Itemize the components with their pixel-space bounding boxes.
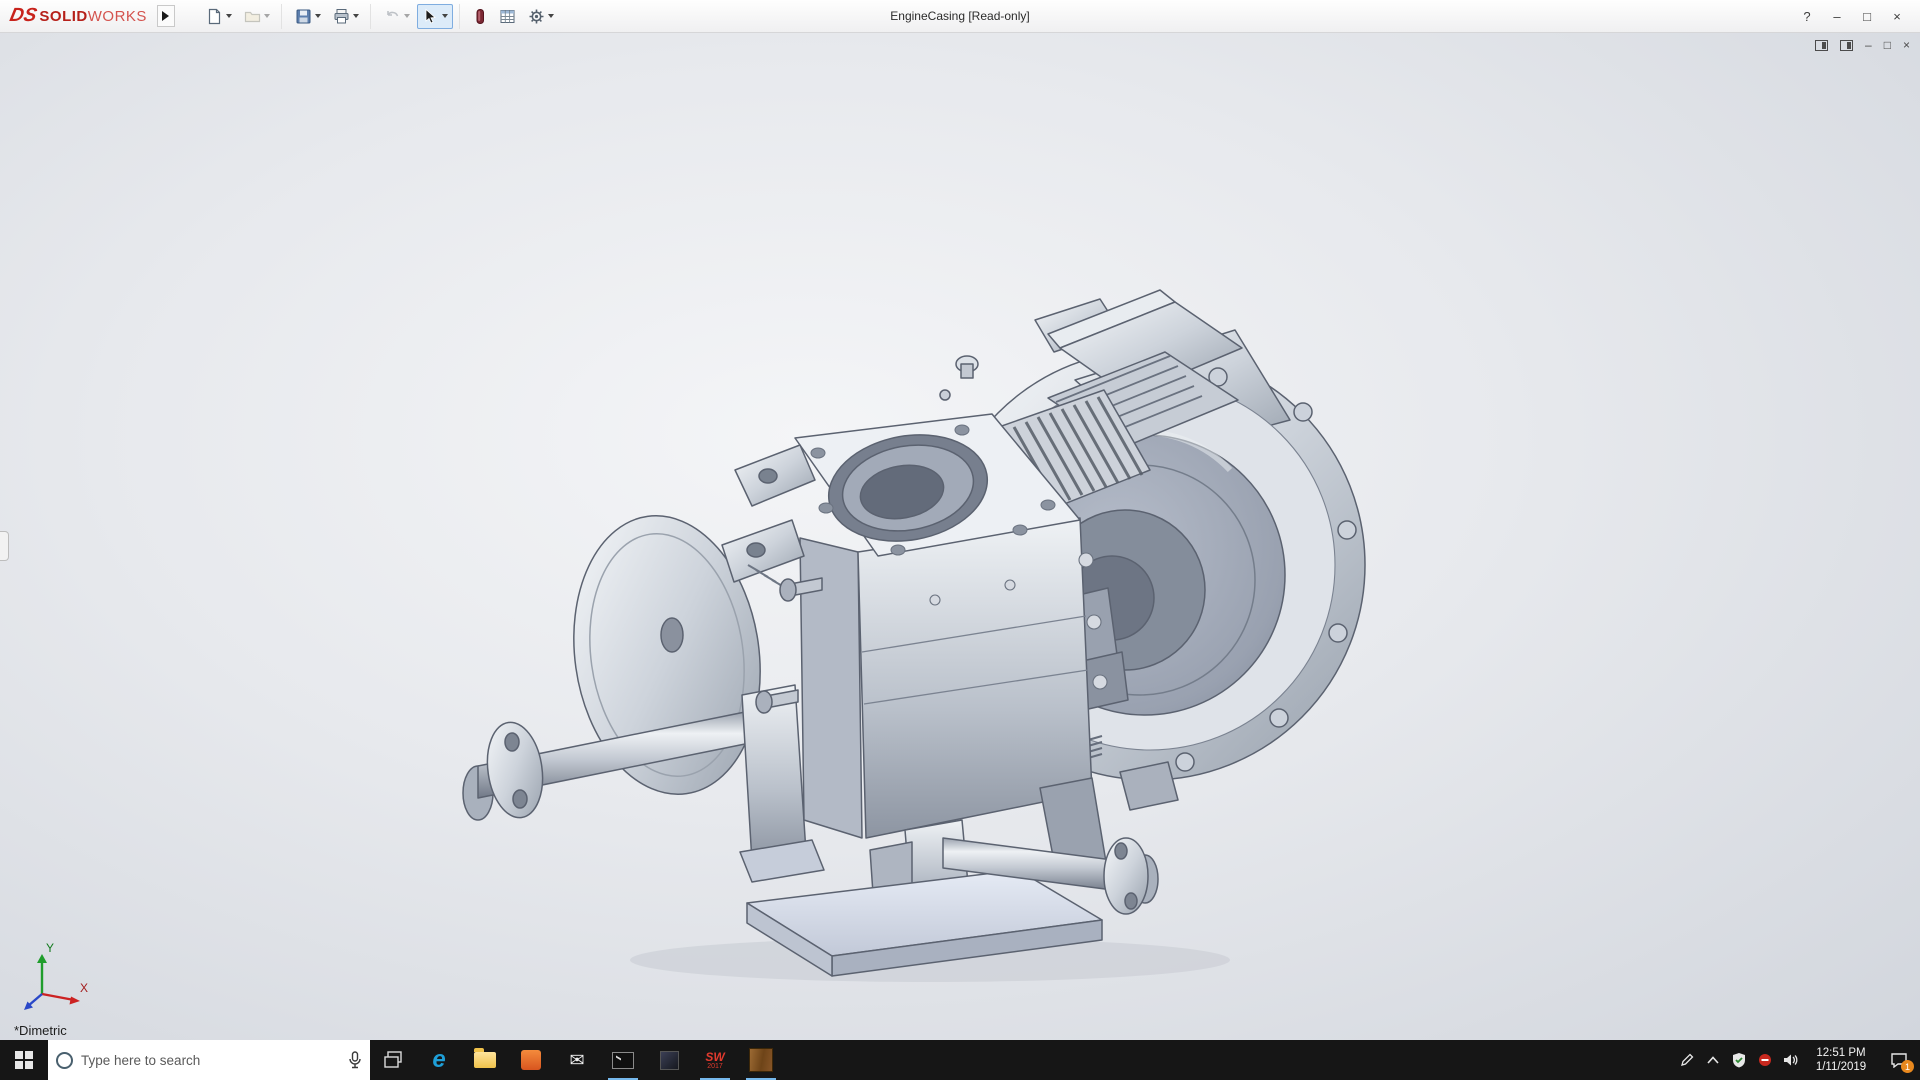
- clock-date: 1/11/2019: [1806, 1060, 1876, 1074]
- dropdown-caret-icon[interactable]: [353, 14, 359, 18]
- restore-button[interactable]: □: [1852, 0, 1882, 33]
- help-button[interactable]: ?: [1792, 0, 1822, 33]
- system-tray: 12:51 PM 1/11/2019 1: [1674, 1040, 1920, 1080]
- sw-icon-year: 2017: [707, 1063, 723, 1070]
- select-tool-button[interactable]: [417, 4, 453, 29]
- print-button[interactable]: [328, 4, 364, 29]
- pane-split-icon[interactable]: [1815, 40, 1828, 51]
- search-input[interactable]: [81, 1053, 340, 1068]
- command-prompt-icon: [612, 1052, 634, 1069]
- tray-pen-icon[interactable]: [1674, 1040, 1700, 1080]
- doc-close-button[interactable]: ×: [1903, 39, 1910, 51]
- windows-logo-icon: [15, 1051, 33, 1069]
- save-button[interactable]: [290, 4, 326, 29]
- wood-app-icon: [749, 1048, 773, 1072]
- tray-chevron-up-icon[interactable]: [1700, 1040, 1726, 1080]
- view-orientation-label: *Dimetric: [14, 1023, 67, 1038]
- task-view-button[interactable]: [370, 1040, 416, 1080]
- solidworks-window: DS SOLIDWORKS: [0, 0, 1920, 1080]
- sw-icon-text: SW: [705, 1051, 724, 1063]
- action-center-button[interactable]: 1: [1878, 1040, 1920, 1080]
- open-folder-icon: [244, 8, 261, 25]
- tray-speaker-icon[interactable]: [1778, 1040, 1804, 1080]
- taskbar-search[interactable]: [48, 1040, 370, 1080]
- table-grid-icon: [499, 8, 516, 25]
- toolbar-expand-button[interactable]: [157, 5, 175, 27]
- taskbar-app-mail[interactable]: ✉: [554, 1040, 600, 1080]
- triad-y-label: Y: [46, 941, 54, 955]
- document-title: EngineCasing [Read-only]: [890, 9, 1029, 23]
- new-document-button[interactable]: [201, 4, 237, 29]
- doc-restore-button[interactable]: □: [1884, 39, 1891, 51]
- cortana-icon: [56, 1052, 73, 1069]
- dropdown-caret-icon[interactable]: [226, 14, 232, 18]
- new-document-icon: [206, 8, 223, 25]
- dropdown-caret-icon[interactable]: [548, 14, 554, 18]
- title-bar: DS SOLIDWORKS: [0, 0, 1920, 33]
- undo-button[interactable]: [379, 4, 415, 29]
- reference-triad: Y X: [16, 940, 94, 1018]
- microphone-icon[interactable]: [348, 1051, 362, 1069]
- engine-casing-model[interactable]: [0, 33, 1920, 1040]
- dropdown-caret-icon[interactable]: [315, 14, 321, 18]
- quick-access-toolbar: [201, 4, 569, 29]
- window-controls: ? – □ ×: [1792, 0, 1912, 33]
- tray-status-red-icon[interactable]: [1752, 1040, 1778, 1080]
- appearance-capsule-icon: [473, 8, 487, 25]
- model-geometry[interactable]: [463, 290, 1365, 982]
- appearance-button[interactable]: [468, 4, 492, 29]
- document-window-controls: – □ ×: [1815, 39, 1910, 51]
- graphics-viewport[interactable]: – □ ×: [0, 33, 1920, 1040]
- taskbar-app-file-explorer[interactable]: [462, 1040, 508, 1080]
- edge-icon: e: [432, 1048, 445, 1072]
- mail-icon: ✉: [569, 1051, 584, 1069]
- logo-text-bold: SOLID: [39, 8, 87, 25]
- tray-shield-icon[interactable]: [1726, 1040, 1752, 1080]
- notification-count-badge: 1: [1901, 1060, 1914, 1073]
- folder-icon: [474, 1052, 496, 1068]
- doc-minimize-button[interactable]: –: [1865, 39, 1872, 51]
- undo-icon: [384, 8, 401, 25]
- triad-x-label: X: [80, 981, 88, 995]
- taskbar-clock[interactable]: 12:51 PM 1/11/2019: [1804, 1046, 1878, 1074]
- dropdown-caret-icon[interactable]: [442, 14, 448, 18]
- minimize-button[interactable]: –: [1822, 0, 1852, 33]
- dropdown-caret-icon[interactable]: [404, 14, 410, 18]
- windows-taskbar: e ✉ SW 2017: [0, 1040, 1920, 1080]
- design-table-button[interactable]: [494, 4, 521, 29]
- select-arrow-icon: [422, 8, 439, 25]
- taskbar-app-wood[interactable]: [738, 1040, 784, 1080]
- solidworks-logo: DS SOLIDWORKS: [10, 5, 147, 27]
- taskbar-app-cube[interactable]: [646, 1040, 692, 1080]
- taskbar-app-orange[interactable]: [508, 1040, 554, 1080]
- taskbar-app-solidworks[interactable]: SW 2017: [692, 1040, 738, 1080]
- clock-time: 12:51 PM: [1806, 1046, 1876, 1060]
- orange-app-icon: [521, 1050, 541, 1070]
- logo-ds-icon: DS: [8, 5, 39, 27]
- logo-text-light: WORKS: [88, 8, 147, 25]
- solidworks-app-icon: SW 2017: [705, 1051, 724, 1070]
- close-button[interactable]: ×: [1882, 0, 1912, 33]
- pane-new-window-icon[interactable]: [1840, 40, 1853, 51]
- taskbar-app-edge[interactable]: e: [416, 1040, 462, 1080]
- options-button[interactable]: [523, 4, 559, 29]
- play-arrow-icon: [162, 11, 169, 21]
- dropdown-caret-icon[interactable]: [264, 14, 270, 18]
- save-icon: [295, 8, 312, 25]
- print-icon: [333, 8, 350, 25]
- cube-app-icon: [660, 1051, 679, 1070]
- start-button[interactable]: [0, 1040, 48, 1080]
- open-document-button[interactable]: [239, 4, 275, 29]
- taskbar-app-command-prompt[interactable]: [600, 1040, 646, 1080]
- task-view-icon: [383, 1050, 403, 1070]
- gear-icon: [528, 8, 545, 25]
